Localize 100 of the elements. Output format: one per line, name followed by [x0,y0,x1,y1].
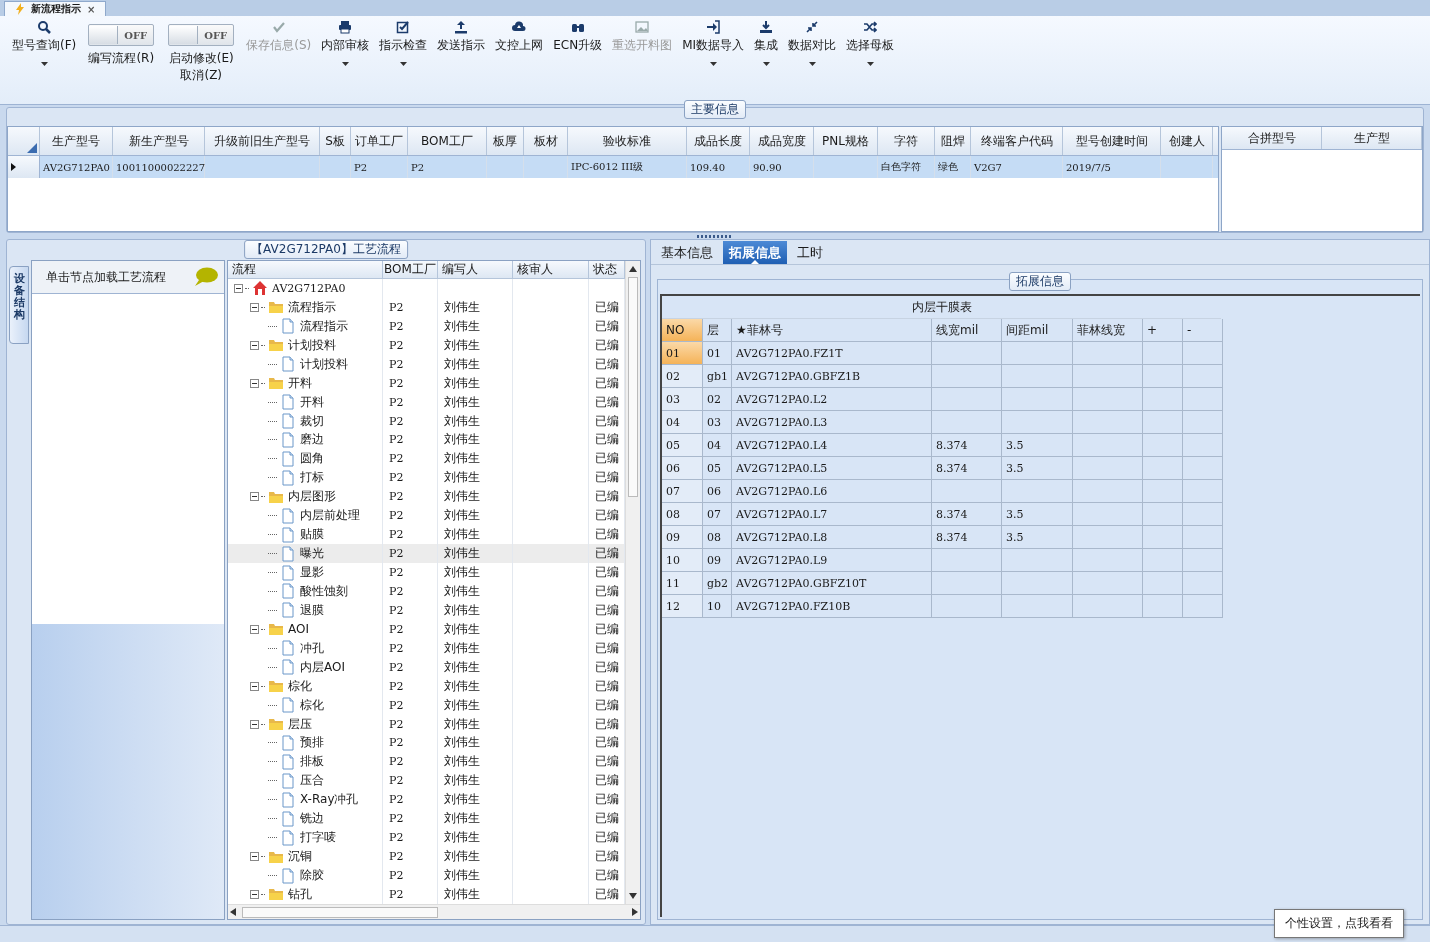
column-header[interactable]: 成品长度 [687,127,750,155]
tree-node[interactable]: 裁切 [228,411,383,431]
column-header[interactable]: 终端客户代码 [971,127,1063,155]
collapse-icon[interactable] [250,340,259,350]
row-number-cell[interactable]: 02 [662,365,703,388]
tree-node[interactable]: 流程指示 [228,316,383,336]
tree-node[interactable]: 圆角 [228,449,383,469]
toolbar-button[interactable]: 数据对比 [784,18,841,68]
scroll-left-icon[interactable] [230,908,236,916]
column-header[interactable]: 型号创建时间 [1063,127,1161,155]
tree-node[interactable]: 排板 [228,752,383,772]
tree-node[interactable]: 流程指示 [228,297,383,317]
collapse-icon[interactable] [250,492,259,502]
column-header[interactable]: 板厚 [487,127,524,155]
column-header[interactable]: + [1143,319,1183,342]
column-header[interactable]: 新生产型号 [113,127,205,155]
tree-node[interactable]: AOI [228,619,383,639]
column-header[interactable]: 菲林线宽 [1073,319,1143,342]
toolbar-button[interactable]: ECN升级 [549,18,607,56]
row-number-cell[interactable]: 03 [662,388,703,411]
tree-node[interactable]: 压合 [228,771,383,791]
collapse-icon[interactable] [250,681,259,691]
document-tab[interactable]: 新流程指示 × [4,1,107,16]
tree-node[interactable]: 退膜 [228,600,383,620]
collapse-icon[interactable] [250,378,259,388]
tree-node[interactable]: 除胶 [228,866,383,885]
side-tab[interactable]: 设备结构 [9,266,29,344]
column-header[interactable]: 验收标准 [568,127,687,155]
collapse-icon[interactable] [250,624,259,634]
column-header[interactable]: 层 [703,319,732,342]
toolbar-button[interactable]: MI数据导入 [678,18,749,68]
scroll-thumb[interactable] [242,906,438,918]
toolbar-button[interactable]: 内部审核 [317,18,374,68]
column-header[interactable]: 间距mil [1002,319,1073,342]
column-header[interactable]: 流程 [228,261,383,278]
column-header[interactable]: 创建人 [1161,127,1213,155]
row-number-cell[interactable]: 08 [662,503,703,526]
close-icon[interactable]: × [87,3,96,15]
tree-node[interactable]: AV2G712PA0 [228,279,383,298]
tree-node[interactable]: 冲孔 [228,638,383,658]
scroll-right-icon[interactable] [632,908,638,916]
tree-node[interactable]: 打字唛 [228,828,383,848]
column-header[interactable]: - [1183,319,1223,342]
column-header[interactable]: 字符 [878,127,935,155]
row-number-cell[interactable]: 11 [662,572,703,595]
row-number-cell[interactable]: 07 [662,480,703,503]
scroll-thumb[interactable] [628,277,638,497]
horizontal-scrollbar[interactable] [228,904,640,919]
tree-node[interactable]: 钻孔 [228,885,383,904]
tree-node[interactable]: 磨边 [228,430,383,450]
vertical-scrollbar[interactable] [625,261,640,904]
row-number-cell[interactable]: 01 [662,342,703,365]
row-number-cell[interactable]: 10 [662,549,703,572]
tree-node[interactable]: X-Ray冲孔 [228,790,383,810]
tree-node[interactable]: 层压 [228,714,383,734]
collapse-icon[interactable] [234,283,243,293]
tree-node[interactable]: 棕化 [228,695,383,715]
toolbar-button[interactable]: 集成 [750,18,783,68]
toggle-switch[interactable]: OFF [88,24,155,46]
scroll-down-icon[interactable] [629,893,637,899]
toggle-switch[interactable]: OFF [168,24,235,46]
collapse-icon[interactable] [250,719,259,729]
tree-node[interactable]: 预排 [228,733,383,753]
column-header[interactable]: 合拼型号 [1222,127,1322,149]
collapse-icon[interactable] [250,302,259,312]
tree-node[interactable]: 计划投料 [228,354,383,374]
tree-node[interactable]: 酸性蚀刻 [228,582,383,601]
tree-node[interactable]: 开料 [228,392,383,412]
column-header[interactable]: 线宽mil [932,319,1002,342]
tab[interactable]: 工时 [791,241,829,264]
toolbar-button[interactable]: 选择母板 [842,18,899,68]
tree-node[interactable]: 曝光 [228,544,383,564]
tree-node[interactable]: 计划投料 [228,335,383,355]
column-header[interactable]: BOM工厂 [383,261,438,278]
row-number-cell[interactable]: 05 [662,434,703,457]
collapse-icon[interactable] [250,889,259,899]
column-header[interactable]: BOM工厂 [408,127,487,155]
toolbar-button[interactable]: 文控上网 [491,18,548,56]
column-header[interactable]: NO [662,319,703,342]
toolbar-button[interactable]: 型号查询(F) [8,18,81,68]
collapse-icon[interactable] [250,852,259,862]
tree-node[interactable]: 开料 [228,373,383,393]
column-header[interactable]: 板材 [524,127,568,155]
column-header[interactable]: 生产型号 [40,127,113,155]
tab[interactable]: 基本信息 [655,241,719,264]
tree-node[interactable]: 棕化 [228,676,383,696]
tree-node[interactable]: 打标 [228,468,383,488]
tree-node[interactable]: 铣边 [228,809,383,829]
tooltip[interactable]: 个性设置，点我看看 [1274,909,1404,938]
column-header[interactable]: 核审人 [513,261,589,278]
toolbar-button[interactable]: 发送指示 [433,18,490,56]
column-header[interactable]: ★菲林号 [732,319,932,342]
column-header[interactable]: PNL规格 [814,127,878,155]
row-number-cell[interactable]: 09 [662,526,703,549]
tree-node[interactable]: 显影 [228,563,383,582]
row-number-cell[interactable]: 12 [662,595,703,618]
toolbar-button[interactable]: 指示检查 [375,18,432,68]
column-header[interactable]: 成品宽度 [750,127,814,155]
tree-node[interactable]: 内层前处理 [228,506,383,526]
column-header[interactable]: 生产型 [1322,127,1422,149]
